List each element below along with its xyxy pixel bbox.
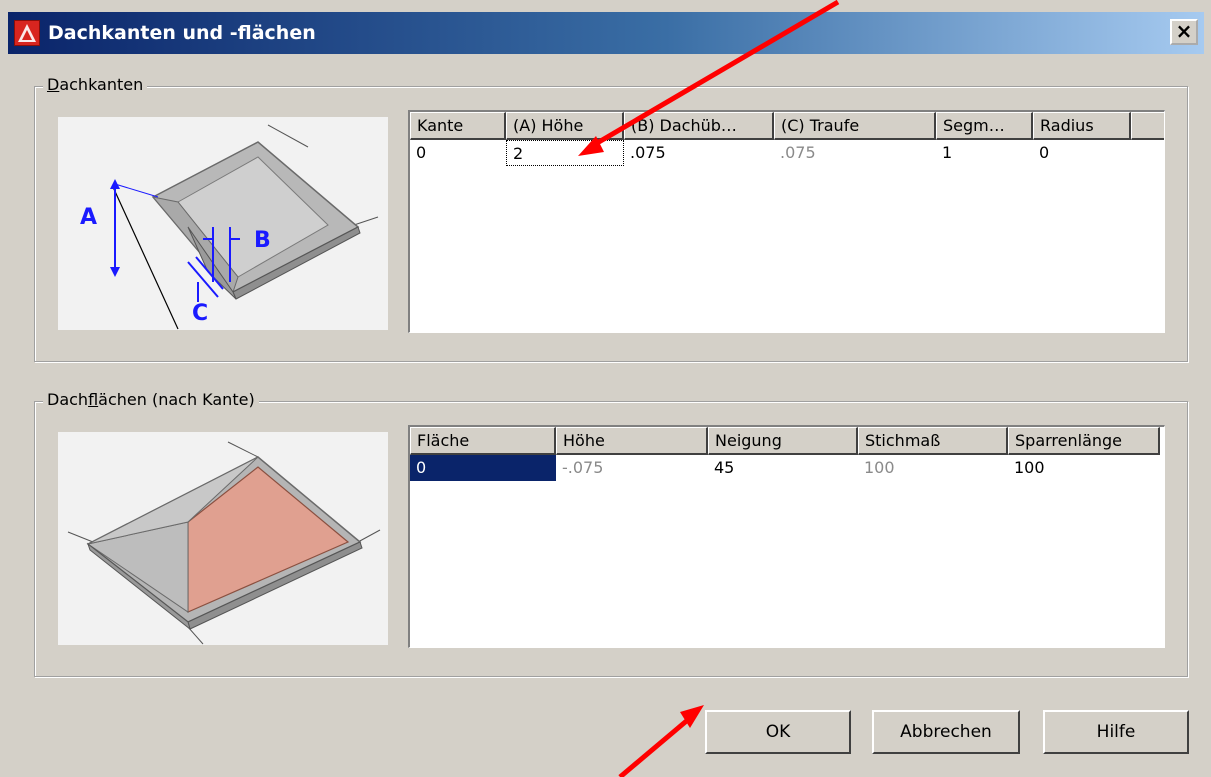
cell-sparrenlaenge[interactable]: 100 — [1008, 455, 1160, 481]
edges-grid[interactable]: Kante (A) Höhe (B) Dachüb… (C) Traufe Se… — [408, 110, 1165, 333]
col-header-kante[interactable]: Kante — [410, 112, 506, 140]
dimension-b-label: B — [254, 228, 271, 253]
cell-flaeche-selected[interactable]: 0 — [410, 455, 556, 481]
cell-traufe[interactable]: .075 — [774, 140, 936, 166]
col-header-sparrenlaenge[interactable]: Sparrenlänge — [1008, 427, 1160, 455]
col-header-filler — [1131, 112, 1164, 140]
cell-hoehe-editing[interactable]: 2 — [506, 140, 624, 166]
faces-header-row: Fläche Höhe Neigung Stichmaß Sparrenläng… — [410, 427, 1164, 455]
col-header-traufe[interactable]: (C) Traufe — [774, 112, 936, 140]
close-icon[interactable]: × — [1170, 19, 1198, 45]
col-header-dachueberstand[interactable]: (B) Dachüb… — [624, 112, 774, 140]
autocad-icon — [14, 20, 40, 46]
col-header-stichmass[interactable]: Stichmaß — [858, 427, 1008, 455]
col-header-face-hoehe[interactable]: Höhe — [556, 427, 708, 455]
faces-group-label: Dachflächen (nach Kante) — [43, 390, 259, 410]
cell-kante[interactable]: 0 — [410, 140, 506, 166]
faces-grid[interactable]: Fläche Höhe Neigung Stichmaß Sparrenläng… — [408, 425, 1165, 648]
cell-stichmass[interactable]: 100 — [858, 455, 1008, 481]
help-button[interactable]: Hilfe — [1043, 710, 1189, 754]
cell-radius[interactable]: 0 — [1033, 140, 1131, 166]
col-header-radius[interactable]: Radius — [1033, 112, 1131, 140]
roof-faces-diagram — [58, 432, 388, 645]
dimension-c-label: C — [192, 301, 208, 326]
cell-segmente[interactable]: 1 — [936, 140, 1033, 166]
col-header-neigung[interactable]: Neigung — [708, 427, 858, 455]
arrow-to-ok-button — [618, 716, 692, 777]
cell-neigung[interactable]: 45 — [708, 455, 858, 481]
window-title: Dachkanten und -flächen — [48, 22, 316, 44]
col-header-hoehe[interactable]: (A) Höhe — [506, 112, 624, 140]
ok-button[interactable]: OK — [705, 710, 851, 754]
cell-dachueberstand[interactable]: .075 — [624, 140, 774, 166]
cancel-button[interactable]: Abbrechen — [872, 710, 1020, 754]
roof-edges-diagram: A B C — [58, 117, 388, 330]
col-header-segmente[interactable]: Segm… — [936, 112, 1033, 140]
title-bar[interactable]: Dachkanten und -flächen × — [8, 12, 1204, 54]
roof-edges-faces-dialog: Dachkanten und -flächen × Dachkanten A B… — [0, 0, 1211, 777]
edges-header-row: Kante (A) Höhe (B) Dachüb… (C) Traufe Se… — [410, 112, 1164, 140]
cell-face-hoehe[interactable]: -.075 — [556, 455, 708, 481]
edges-group-label: Dachkanten — [43, 75, 148, 95]
dimension-a-label: A — [80, 205, 97, 230]
col-header-flaeche[interactable]: Fläche — [410, 427, 556, 455]
